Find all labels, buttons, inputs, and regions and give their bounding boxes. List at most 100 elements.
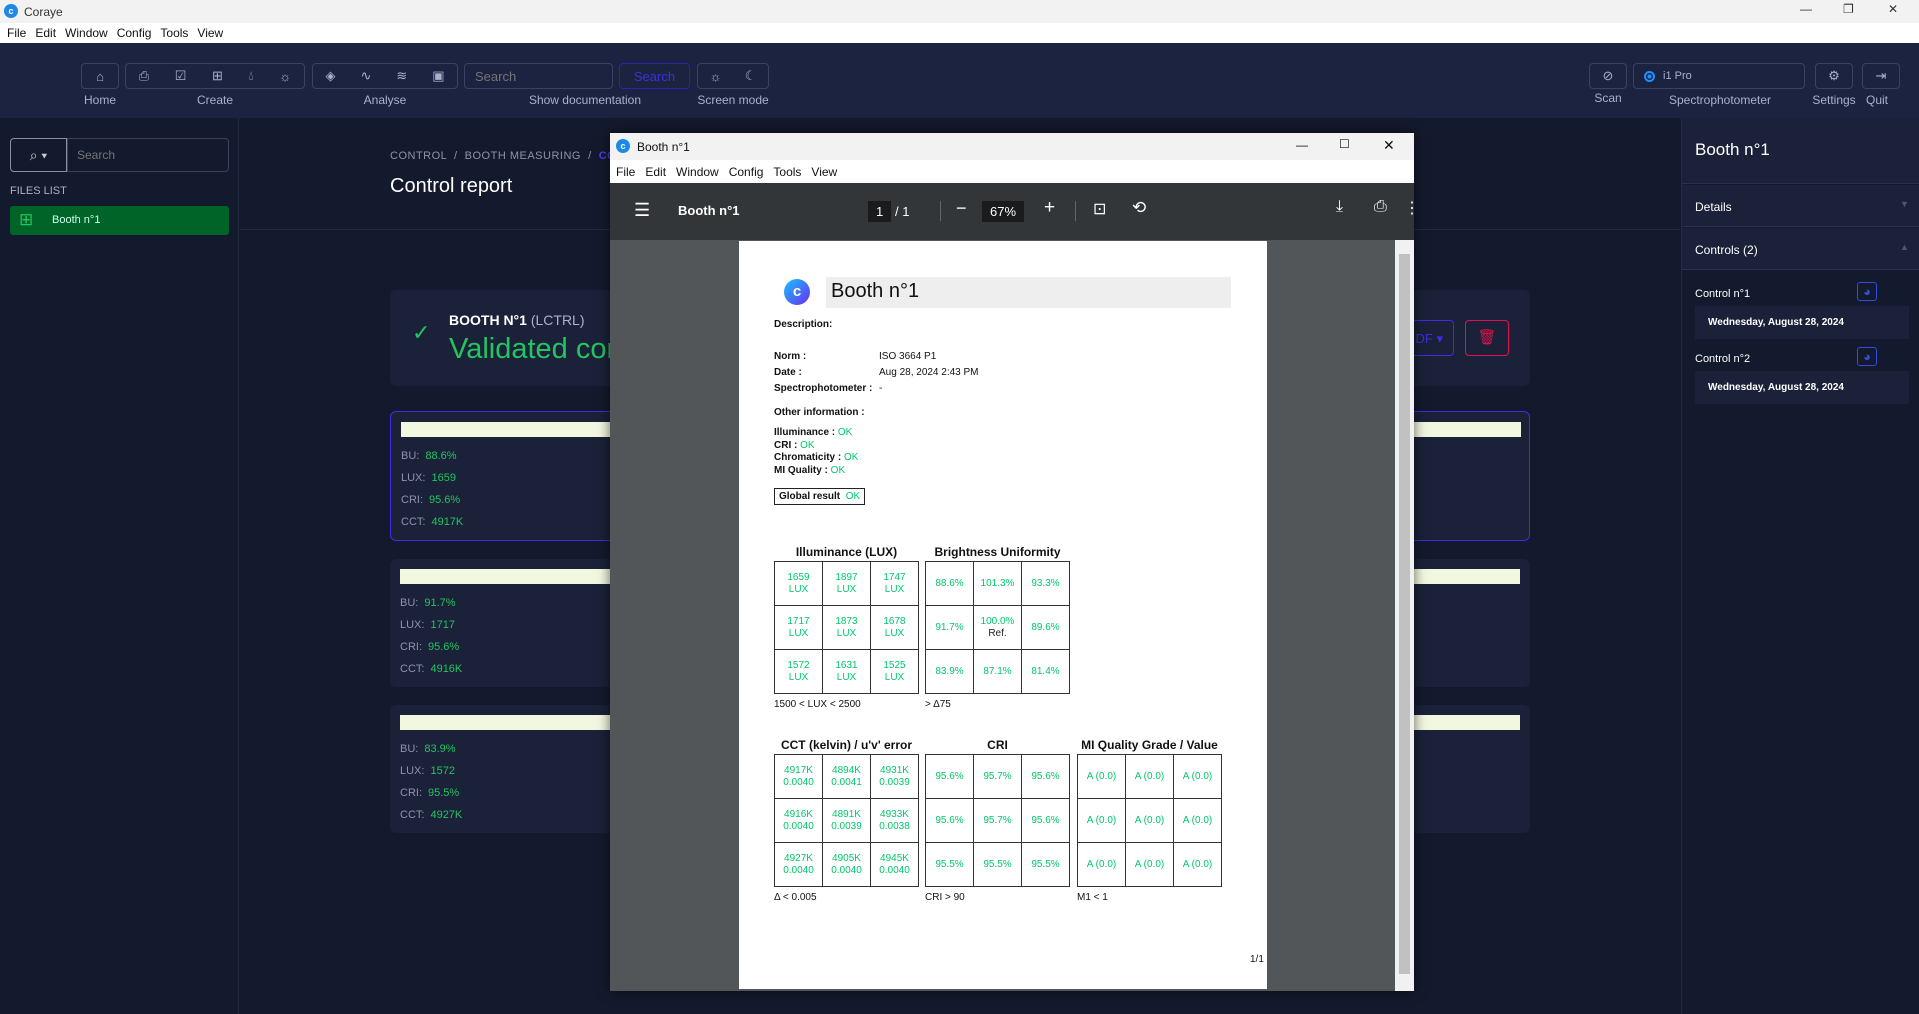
files-search-input[interactable]	[67, 138, 229, 172]
menu-edit[interactable]: Edit	[645, 165, 666, 179]
close-button[interactable]: ✕	[1383, 137, 1395, 154]
table-cell: 4916K 0.0040	[774, 798, 823, 843]
other-info-label: Other information :	[774, 407, 865, 418]
checkbox-icon[interactable]: ☑	[175, 68, 187, 84]
menu-file[interactable]: File	[616, 165, 635, 179]
cell-line: LUX	[884, 627, 905, 639]
fit-page-icon[interactable]: ⊡	[1093, 199, 1106, 219]
scan-button[interactable]: ⊘	[1589, 63, 1627, 89]
rotate-icon[interactable]: ⟲	[1132, 198, 1146, 218]
breadcrumb-booth-measuring[interactable]: BOOTH MEASURING	[465, 150, 581, 162]
cell-line: 1873	[835, 615, 858, 627]
restore-button[interactable]: ❐	[1843, 2, 1854, 16]
cell-line: 4891K	[832, 808, 861, 820]
control-date[interactable]: Wednesday, August 28, 2024	[1695, 306, 1909, 339]
menu-edit[interactable]: Edit	[35, 26, 56, 40]
table-cell: 4933K 0.0038	[870, 798, 919, 843]
light-mode-icon[interactable]: ☼	[710, 69, 722, 84]
file-item[interactable]: ⊞ Booth n°1	[10, 206, 229, 235]
spectrophotometer-select[interactable]: i1 Pro	[1633, 63, 1805, 89]
minimize-button[interactable]: —	[1800, 2, 1812, 16]
more-options-icon[interactable]: ⋮	[1404, 198, 1420, 218]
right-panel: Booth n°1 Details ▼ Controls (2) ▲ Contr…	[1681, 118, 1919, 1014]
table-cell: 100.0% Ref.	[973, 605, 1022, 650]
image-icon[interactable]: ▣	[432, 68, 444, 84]
table-title: Brightness Uniformity	[934, 545, 1061, 559]
cell-line: 1678	[883, 615, 906, 627]
menu-view[interactable]: View	[197, 26, 223, 40]
home-icon: ⌂	[96, 68, 104, 84]
menu-window[interactable]: Window	[676, 165, 719, 179]
metric-value: 83.9%	[424, 743, 456, 755]
sun-icon[interactable]: ☼	[279, 69, 291, 84]
drop-icon[interactable]: 💧︎	[248, 68, 253, 84]
print-icon[interactable]: ⎙	[139, 68, 149, 84]
dark-mode-icon[interactable]: ☾	[745, 68, 757, 84]
cell-line: 4917K	[784, 764, 813, 776]
cell-line: 95.6%	[935, 814, 964, 826]
cell-line: A (0.0)	[1182, 814, 1213, 826]
menu-config[interactable]: Config	[117, 26, 152, 40]
metric-value: 95.6%	[429, 494, 461, 506]
cell-line: LUX	[788, 671, 809, 683]
quit-label: Quit	[1865, 93, 1888, 107]
spectrophotometer-value: i1 Pro	[1663, 70, 1692, 82]
check-row: MI Quality : OK	[774, 465, 858, 478]
documentation-search-input[interactable]	[464, 63, 613, 89]
table-row: 1659 LUX 1897 LUX 1747 LUX	[774, 561, 919, 606]
scrollbar-thumb[interactable]	[1399, 254, 1410, 974]
control-date[interactable]: Wednesday, August 28, 2024	[1695, 371, 1909, 404]
grid-icon[interactable]: ⊞	[212, 68, 223, 84]
scrollbar[interactable]	[1395, 240, 1414, 991]
menu-window[interactable]: Window	[65, 26, 108, 40]
zoom-out-button[interactable]: −	[956, 198, 967, 219]
target-icon[interactable]: ◈	[325, 68, 335, 84]
chart-pie-icon[interactable]: ◕	[1857, 347, 1877, 366]
menu-view[interactable]: View	[811, 165, 837, 179]
maximize-button[interactable]: ☐	[1339, 137, 1350, 151]
menu-config[interactable]: Config	[729, 165, 764, 179]
settings-button[interactable]: ⚙	[1815, 63, 1853, 89]
close-button[interactable]: ✕	[1888, 2, 1898, 16]
page-number-input[interactable]: 1	[868, 201, 892, 222]
check-row: Illuminance : OK	[774, 427, 858, 440]
metric-value: 95.6%	[428, 641, 460, 653]
zoom-in-button[interactable]: +	[1044, 197, 1055, 219]
menu-file[interactable]: File	[7, 26, 26, 40]
pdf-toolbar: ☰ Booth n°1 1 / 1 − 67% + ⊡ ⟲ ⤓ ⎙ ⋮	[610, 183, 1420, 240]
breadcrumb-control[interactable]: CONTROL	[390, 150, 447, 162]
result-table: 95.6% 95.7% 95.6% 95.6% 95.7% 95.6% 95.5% 95.5%…	[925, 754, 1070, 887]
table-cell: 4917K 0.0040	[774, 754, 823, 799]
cell-line: LUX	[788, 627, 809, 639]
date-label: Date :	[774, 367, 802, 378]
chart-pie-icon[interactable]: ◕	[1857, 282, 1877, 301]
global-result: Global result OK	[774, 488, 866, 505]
menu-tools[interactable]: Tools	[160, 26, 188, 40]
quit-button[interactable]: ⇥	[1862, 63, 1900, 89]
metric-cri: CRI: 95.6%	[400, 641, 460, 653]
layers-icon[interactable]: ≋	[396, 68, 407, 84]
menu-tools[interactable]: Tools	[773, 165, 801, 179]
table-cell: 1631 LUX	[822, 649, 871, 694]
table-cell: A (0.0)	[1077, 754, 1126, 799]
details-accordion[interactable]: Details ▼	[1682, 185, 1919, 227]
cell-line: 87.1%	[983, 665, 1012, 677]
pulse-icon[interactable]: ∿	[360, 68, 371, 84]
search-filter-button[interactable]: ⌕ ▾	[10, 138, 67, 172]
zoom-level[interactable]: 67%	[982, 201, 1025, 222]
table-cell: 1678 LUX	[870, 605, 919, 650]
menu-icon[interactable]: ☰	[634, 200, 650, 221]
download-icon[interactable]: ⤓	[1336, 198, 1343, 216]
page-title: Control report	[390, 175, 513, 197]
delete-button[interactable]: 🗑︎	[1465, 320, 1509, 356]
cell-line: 88.6%	[935, 577, 964, 589]
pdf-window-title: Booth n°1	[637, 140, 690, 154]
print-icon[interactable]: ⎙	[1374, 198, 1387, 216]
metric-lux: LUX: 1572	[400, 765, 455, 777]
home-button[interactable]: ⌂	[81, 63, 119, 89]
control-name: Control n°2	[1695, 353, 1751, 365]
controls-accordion[interactable]: Controls (2) ▲	[1682, 228, 1919, 270]
minimize-button[interactable]: —	[1296, 138, 1308, 152]
table-cell: A (0.0)	[1125, 754, 1174, 799]
search-button[interactable]: Search	[619, 63, 690, 89]
